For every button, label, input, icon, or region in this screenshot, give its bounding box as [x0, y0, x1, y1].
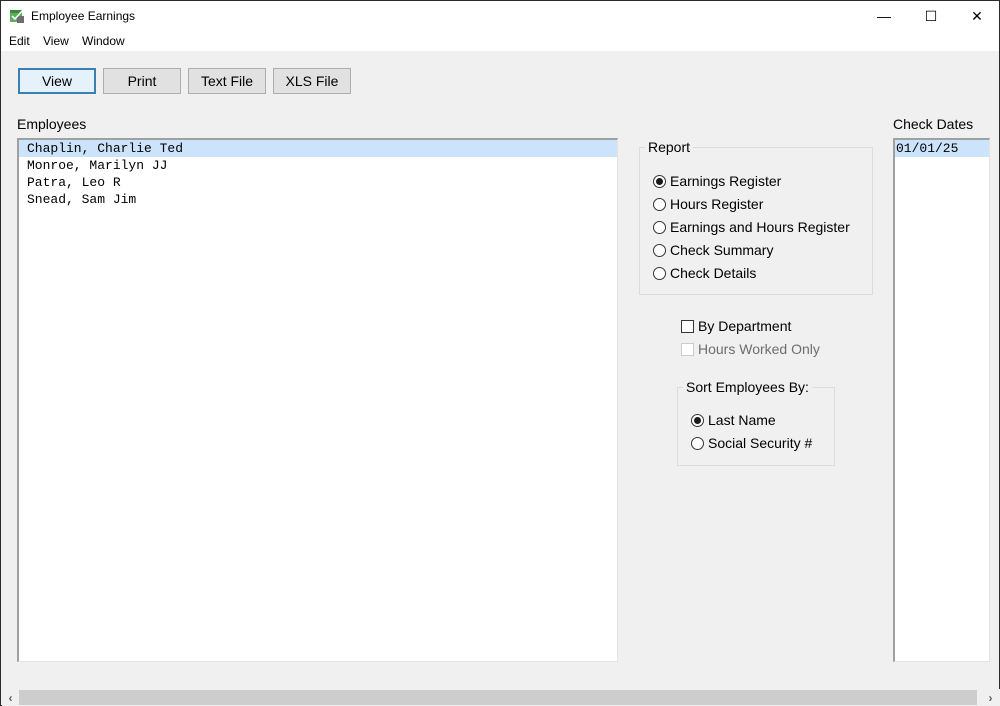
check-dates-list[interactable]: 01/01/25	[893, 138, 990, 662]
scroll-left-button[interactable]: ‹	[2, 689, 19, 706]
radio-label: Earnings Register	[670, 173, 782, 189]
chevron-left-icon: ‹	[8, 690, 13, 705]
employees-list[interactable]: Chaplin, Charlie Ted Monroe, Marilyn JJ …	[17, 138, 618, 662]
maximize-button[interactable]: ☐	[908, 1, 954, 31]
employee-list-item[interactable]: Patra, Leo R	[19, 174, 617, 191]
report-option-earnings-register[interactable]: Earnings Register	[653, 173, 781, 189]
employee-list-item[interactable]: Chaplin, Charlie Ted	[19, 140, 617, 157]
close-icon: ✕	[971, 7, 983, 24]
window-title: Employee Earnings	[31, 9, 136, 23]
radio-label: Check Summary	[670, 242, 774, 258]
radio-button[interactable]	[653, 174, 666, 188]
report-option-hours-register[interactable]: Hours Register	[653, 196, 763, 212]
radio-label: Earnings and Hours Register	[670, 219, 850, 235]
radio-button[interactable]	[691, 436, 704, 450]
print-button[interactable]: Print	[103, 68, 181, 94]
chevron-right-icon: ›	[988, 690, 993, 705]
text-file-button[interactable]: Text File	[188, 68, 266, 94]
radio-label: Hours Register	[670, 196, 764, 212]
by-department-checkbox[interactable]: By Department	[681, 318, 791, 334]
radio-label: Social Security #	[708, 435, 813, 451]
radio-button[interactable]	[691, 413, 704, 427]
report-option-check-details[interactable]: Check Details	[653, 265, 756, 281]
menu-bar: Edit View Window	[1, 31, 999, 51]
horizontal-scrollbar[interactable]: ‹ ›	[2, 689, 1000, 706]
scroll-right-button[interactable]: ›	[982, 689, 999, 706]
checkbox-label: By Department	[698, 318, 792, 334]
check-date-list-item[interactable]: 01/01/25	[895, 140, 989, 157]
report-option-earnings-and-hours-register[interactable]: Earnings and Hours Register	[653, 219, 850, 235]
sort-option-social-security[interactable]: Social Security #	[691, 435, 812, 451]
menu-edit[interactable]: Edit	[9, 34, 30, 48]
sort-option-last-name[interactable]: Last Name	[691, 412, 776, 428]
radio-button[interactable]	[653, 197, 666, 211]
report-groupbox-title: Report	[645, 139, 694, 155]
menu-view[interactable]: View	[43, 34, 69, 48]
minimize-icon: —	[877, 8, 891, 24]
app-icon	[10, 10, 24, 23]
radio-label: Last Name	[708, 412, 776, 428]
xls-file-button[interactable]: XLS File	[273, 68, 351, 94]
radio-button[interactable]	[653, 266, 666, 280]
menu-window[interactable]: Window	[82, 34, 125, 48]
scrollbar-thumb[interactable]	[19, 690, 977, 705]
radio-label: Check Details	[670, 265, 757, 281]
close-button[interactable]: ✕	[954, 1, 1000, 31]
checkbox	[681, 342, 694, 356]
minimize-button[interactable]: —	[861, 1, 907, 31]
employee-earnings-window: Employee Earnings — ☐ ✕ Edit View Window…	[0, 0, 1000, 706]
sort-groupbox-title: Sort Employees By:	[683, 379, 812, 395]
title-bar: Employee Earnings — ☐ ✕	[1, 1, 999, 31]
report-option-check-summary[interactable]: Check Summary	[653, 242, 773, 258]
employees-label: Employees	[17, 116, 87, 132]
employee-list-item[interactable]: Snead, Sam Jim	[19, 191, 617, 208]
radio-button[interactable]	[653, 220, 666, 234]
radio-button[interactable]	[653, 243, 666, 257]
hours-worked-only-checkbox: Hours Worked Only	[681, 341, 820, 357]
view-button[interactable]: View	[18, 68, 96, 94]
check-dates-label: Check Dates	[893, 116, 974, 132]
checkbox-label: Hours Worked Only	[698, 341, 820, 357]
employee-list-item[interactable]: Monroe, Marilyn JJ	[19, 157, 617, 174]
maximize-icon: ☐	[924, 7, 938, 24]
checkbox[interactable]	[681, 319, 694, 333]
